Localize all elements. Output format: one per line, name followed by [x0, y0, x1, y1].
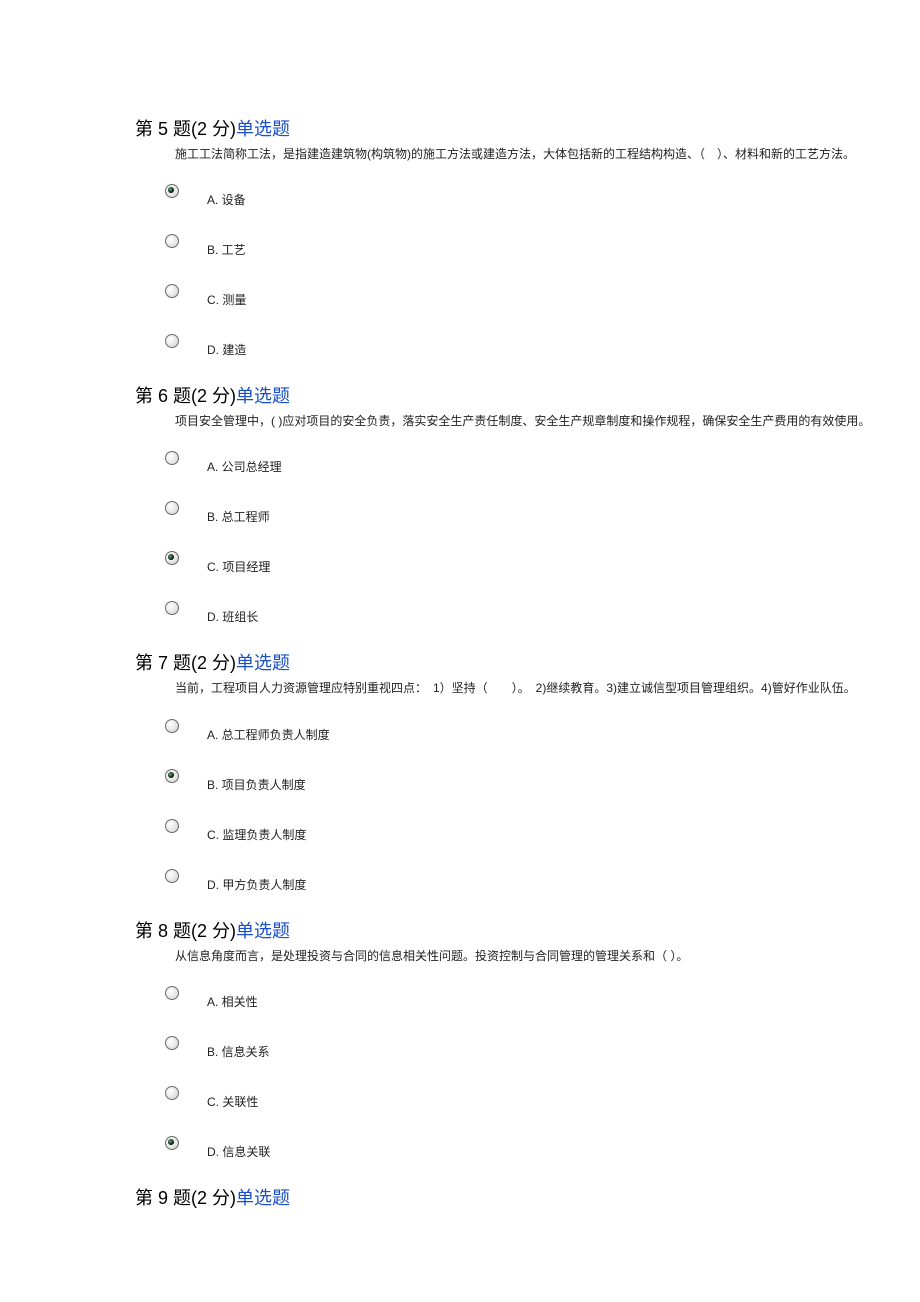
option-label: A. 相关性 — [207, 993, 258, 1010]
question-text: 当前，工程项目人力资源管理应特别重视四点： 1）坚持（ ）。 2)继续教育。3)… — [175, 679, 880, 698]
options-group: A. 相关性 B. 信息关系 C. 关联性 D. 信息关联 — [135, 984, 880, 1160]
radio-icon[interactable] — [165, 1036, 179, 1050]
option-row[interactable]: B. 工艺 — [165, 232, 880, 258]
option-row[interactable]: C. 监理负责人制度 — [165, 817, 880, 843]
option-label: B. 工艺 — [207, 241, 246, 258]
radio-icon[interactable] — [165, 1086, 179, 1100]
option-row[interactable]: B. 项目负责人制度 — [165, 767, 880, 793]
option-row[interactable]: D. 班组长 — [165, 599, 880, 625]
radio-icon[interactable] — [165, 869, 179, 883]
question-block: 第 9 题(2 分)单选题 — [135, 1184, 880, 1210]
option-row[interactable]: A. 公司总经理 — [165, 449, 880, 475]
question-block: 第 5 题(2 分)单选题 施工工法简称工法，是指建造建筑物(构筑物)的施工方法… — [135, 115, 880, 358]
option-label: D. 信息关联 — [207, 1143, 270, 1160]
options-group: A. 总工程师负责人制度 B. 项目负责人制度 C. 监理负责人制度 D. 甲方… — [135, 717, 880, 893]
question-text: 项目安全管理中，( )应对项目的安全负责，落实安全生产责任制度、安全生产规章制度… — [175, 412, 880, 431]
radio-icon[interactable] — [165, 601, 179, 615]
question-number: 第 7 题(2 分) — [135, 653, 236, 673]
option-label: A. 公司总经理 — [207, 458, 282, 475]
option-label: C. 关联性 — [207, 1093, 258, 1110]
option-label: A. 总工程师负责人制度 — [207, 726, 330, 743]
radio-icon[interactable] — [165, 334, 179, 348]
option-row[interactable]: D. 信息关联 — [165, 1134, 880, 1160]
question-number: 第 5 题(2 分) — [135, 119, 236, 139]
question-block: 第 6 题(2 分)单选题 项目安全管理中，( )应对项目的安全负责，落实安全生… — [135, 382, 880, 625]
option-row[interactable]: C. 测量 — [165, 282, 880, 308]
page-body: 第 5 题(2 分)单选题 施工工法简称工法，是指建造建筑物(构筑物)的施工方法… — [0, 0, 920, 1272]
radio-icon[interactable] — [165, 184, 179, 198]
radio-icon[interactable] — [165, 986, 179, 1000]
options-group: A. 公司总经理 B. 总工程师 C. 项目经理 D. 班组长 — [135, 449, 880, 625]
option-row[interactable]: A. 总工程师负责人制度 — [165, 717, 880, 743]
option-label: C. 监理负责人制度 — [207, 826, 306, 843]
question-type-label: 单选题 — [236, 653, 290, 673]
question-type-label: 单选题 — [236, 1188, 290, 1208]
question-type-label: 单选题 — [236, 921, 290, 941]
option-row[interactable]: B. 信息关系 — [165, 1034, 880, 1060]
question-header: 第 5 题(2 分)单选题 — [135, 115, 880, 141]
radio-icon[interactable] — [165, 451, 179, 465]
option-row[interactable]: A. 相关性 — [165, 984, 880, 1010]
radio-icon[interactable] — [165, 769, 179, 783]
question-header: 第 6 题(2 分)单选题 — [135, 382, 880, 408]
question-text: 从信息角度而言，是处理投资与合同的信息相关性问题。投资控制与合同管理的管理关系和… — [175, 947, 880, 966]
question-block: 第 7 题(2 分)单选题 当前，工程项目人力资源管理应特别重视四点： 1）坚持… — [135, 649, 880, 892]
question-text: 施工工法简称工法，是指建造建筑物(构筑物)的施工方法或建造方法，大体包括新的工程… — [175, 145, 880, 164]
radio-icon[interactable] — [165, 234, 179, 248]
question-number: 第 8 题(2 分) — [135, 921, 236, 941]
question-type-label: 单选题 — [236, 386, 290, 406]
option-label: B. 信息关系 — [207, 1043, 270, 1060]
radio-icon[interactable] — [165, 819, 179, 833]
radio-icon[interactable] — [165, 551, 179, 565]
question-header: 第 9 题(2 分)单选题 — [135, 1184, 880, 1210]
radio-icon[interactable] — [165, 501, 179, 515]
option-label: B. 项目负责人制度 — [207, 776, 306, 793]
question-header: 第 7 题(2 分)单选题 — [135, 649, 880, 675]
radio-icon[interactable] — [165, 1136, 179, 1150]
option-label: B. 总工程师 — [207, 508, 270, 525]
question-number: 第 9 题(2 分) — [135, 1188, 236, 1208]
option-row[interactable]: B. 总工程师 — [165, 499, 880, 525]
question-number: 第 6 题(2 分) — [135, 386, 236, 406]
option-label: A. 设备 — [207, 191, 246, 208]
option-label: C. 项目经理 — [207, 558, 270, 575]
option-row[interactable]: D. 建造 — [165, 332, 880, 358]
option-row[interactable]: A. 设备 — [165, 182, 880, 208]
option-label: C. 测量 — [207, 291, 246, 308]
question-type-label: 单选题 — [236, 119, 290, 139]
option-row[interactable]: C. 项目经理 — [165, 549, 880, 575]
option-label: D. 甲方负责人制度 — [207, 876, 306, 893]
radio-icon[interactable] — [165, 284, 179, 298]
options-group: A. 设备 B. 工艺 C. 测量 D. 建造 — [135, 182, 880, 358]
option-row[interactable]: D. 甲方负责人制度 — [165, 867, 880, 893]
radio-icon[interactable] — [165, 719, 179, 733]
option-label: D. 班组长 — [207, 608, 258, 625]
option-row[interactable]: C. 关联性 — [165, 1084, 880, 1110]
option-label: D. 建造 — [207, 341, 246, 358]
question-block: 第 8 题(2 分)单选题 从信息角度而言，是处理投资与合同的信息相关性问题。投… — [135, 917, 880, 1160]
question-header: 第 8 题(2 分)单选题 — [135, 917, 880, 943]
